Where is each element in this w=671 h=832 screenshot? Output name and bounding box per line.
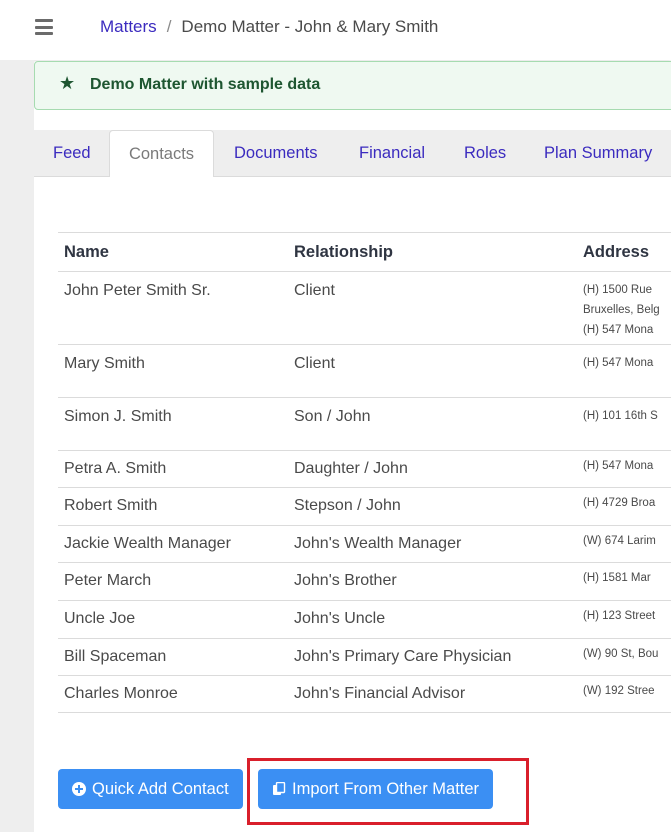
contact-relationship: John's Uncle	[294, 610, 386, 627]
quick-add-contact-label: Quick Add Contact	[92, 779, 229, 798]
contact-name[interactable]: Charles Monroe	[64, 676, 288, 703]
contact-name[interactable]: Peter March	[64, 563, 288, 590]
top-bar: Matters / Demo Matter - John & Mary Smit…	[0, 0, 671, 60]
contact-address: (H) 1581 Mar	[583, 572, 651, 584]
contact-name[interactable]: Simon J. Smith	[64, 398, 288, 426]
contact-relationship: John's Wealth Manager	[294, 535, 462, 552]
breadcrumb-separator: /	[166, 17, 172, 36]
contacts-table: Name Relationship Address John Peter Smi…	[58, 232, 671, 713]
contact-address: (H) 1500 Rue Bruxelles, Belg (H) 547 Mon…	[583, 272, 671, 340]
contact-address: (H) 547 Mona	[583, 345, 671, 373]
table-row[interactable]: Robert Smith Stepson / John (H) 4729 Bro…	[58, 487, 671, 526]
contact-name[interactable]: Mary Smith	[64, 345, 288, 373]
address-line: (H) 1500 Rue	[583, 284, 653, 296]
contact-address: (H) 123 Street	[583, 610, 656, 622]
contact-relationship: Son / John	[294, 408, 371, 425]
plus-circle-icon	[72, 782, 86, 796]
breadcrumb: Matters / Demo Matter - John & Mary Smit…	[100, 17, 438, 37]
demo-banner-text: Demo Matter with sample data	[90, 76, 321, 93]
breadcrumb-current: Demo Matter - John & Mary Smith	[181, 17, 439, 36]
contact-relationship: John's Brother	[294, 572, 397, 589]
contact-name[interactable]: Jackie Wealth Manager	[64, 526, 288, 553]
contact-relationship: Client	[294, 282, 335, 299]
tabs-bar: Feed Contacts Documents Financial Roles …	[34, 130, 671, 178]
contact-address: (W) 90 St, Bou	[583, 648, 659, 660]
table-row[interactable]: Mary Smith Client (H) 547 Mona	[58, 344, 671, 398]
address-line: (H) 547 Mona	[583, 324, 654, 336]
breadcrumb-matters-link[interactable]: Matters	[100, 17, 157, 37]
tab-contacts[interactable]: Contacts	[109, 130, 214, 178]
name-column-header: Name	[58, 232, 288, 272]
demo-banner: ★ Demo Matter with sample data	[34, 61, 671, 110]
table-row[interactable]: Peter March John's Brother (H) 1581 Mar	[58, 562, 671, 601]
table-row[interactable]: Petra A. Smith Daughter / John (H) 547 M…	[58, 450, 671, 488]
address-line: (H) 547 Mona	[583, 357, 654, 369]
contact-name[interactable]: Bill Spaceman	[64, 639, 288, 666]
table-row[interactable]: Uncle Joe John's Uncle (H) 123 Street	[58, 600, 671, 639]
left-gutter	[0, 60, 34, 832]
table-row[interactable]: Bill Spaceman John's Primary Care Physic…	[58, 638, 671, 676]
table-header-row: Name Relationship Address	[58, 232, 671, 272]
contact-name[interactable]: Robert Smith	[64, 488, 288, 515]
table-row[interactable]: Charles Monroe John's Financial Advisor …	[58, 675, 671, 713]
contact-name[interactable]: John Peter Smith Sr.	[64, 272, 288, 300]
contact-name[interactable]: Uncle Joe	[64, 601, 288, 628]
contact-relationship: Daughter / John	[294, 460, 408, 477]
contact-address: (H) 547 Mona	[583, 460, 654, 472]
address-column-header: Address	[577, 232, 671, 272]
tab-feed[interactable]: Feed	[53, 130, 91, 177]
contact-address: (W) 192 Stree	[583, 685, 655, 697]
highlight-box	[247, 758, 529, 825]
contact-address: (W) 674 Larim	[583, 535, 656, 547]
contact-relationship: Client	[294, 355, 335, 372]
hamburger-menu-icon[interactable]	[35, 17, 53, 37]
contact-relationship: John's Primary Care Physician	[294, 648, 512, 665]
contact-address: (H) 4729 Broa	[583, 497, 656, 509]
contact-name[interactable]: Petra A. Smith	[64, 451, 288, 478]
relationship-column-header: Relationship	[288, 232, 577, 272]
table-row[interactable]: Simon J. Smith Son / John (H) 101 16th S	[58, 397, 671, 451]
star-icon: ★	[59, 73, 76, 93]
contact-address: (H) 101 16th S	[583, 398, 671, 426]
tab-financial[interactable]: Financial	[359, 130, 425, 177]
tab-roles[interactable]: Roles	[464, 130, 506, 177]
contact-relationship: John's Financial Advisor	[294, 685, 466, 702]
tab-plan-summary[interactable]: Plan Summary	[544, 130, 652, 177]
quick-add-contact-button[interactable]: Quick Add Contact	[58, 769, 243, 809]
contact-relationship: Stepson / John	[294, 497, 401, 514]
address-line: (H) 101 16th S	[583, 410, 658, 422]
tab-documents[interactable]: Documents	[234, 130, 317, 177]
table-row[interactable]: Jackie Wealth Manager John's Wealth Mana…	[58, 525, 671, 563]
address-line: Bruxelles, Belg	[583, 304, 660, 316]
table-row[interactable]: John Peter Smith Sr. Client (H) 1500 Rue…	[58, 271, 671, 345]
